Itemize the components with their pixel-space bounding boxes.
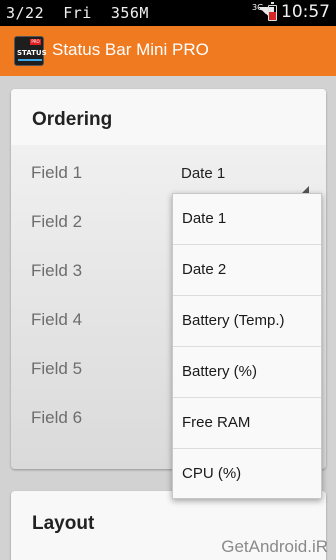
action-bar: PRO STATUS Status Bar Mini PRO: [0, 26, 336, 76]
app-icon-underline: [18, 59, 42, 61]
field-label: Field 2: [31, 212, 83, 231]
field-label: Field 1: [31, 163, 83, 182]
battery-level: [269, 12, 276, 20]
field-1-select[interactable]: Date 1: [181, 149, 311, 197]
field-1-dropdown-menu: Date 1 Date 2 Battery (Temp.) Battery (%…: [172, 193, 322, 499]
option-label: Battery (%): [182, 363, 258, 380]
status-time: 10:57: [281, 2, 330, 22]
option-label: Free RAM: [182, 414, 251, 431]
app-title: Status Bar Mini PRO: [52, 40, 209, 59]
field-label: Field 3: [31, 261, 83, 280]
status-bar-info: 3/22 Fri 356M: [6, 4, 149, 22]
field-label: Field 6: [31, 408, 83, 427]
battery-icon: [268, 2, 277, 21]
option-label: Date 1: [182, 210, 227, 227]
ordering-title: Ordering: [32, 109, 113, 130]
option-label: Date 2: [182, 261, 227, 278]
field-label: Field 5: [31, 359, 83, 378]
pro-badge: PRO: [30, 39, 41, 45]
field-row-1: Field 1 Date 1: [11, 149, 326, 198]
status-bar: 3/22 Fri 356M 3G 10:57: [0, 0, 336, 26]
dropdown-option[interactable]: Date 2: [173, 245, 321, 296]
status-day: Fri: [63, 4, 92, 22]
ordering-header: Ordering: [11, 89, 326, 145]
select-value: Date 1: [181, 165, 226, 182]
dropdown-option[interactable]: Battery (Temp.): [173, 296, 321, 347]
watermark: GetAndroid.iR: [221, 537, 328, 556]
dropdown-option[interactable]: CPU (%): [173, 449, 321, 500]
option-label: Battery (Temp.): [182, 312, 285, 329]
dropdown-option[interactable]: Free RAM: [173, 398, 321, 449]
app-icon-text: STATUS: [17, 49, 47, 57]
status-memory: 356M: [110, 4, 149, 22]
dropdown-option[interactable]: Battery (%): [173, 347, 321, 398]
app-icon[interactable]: PRO STATUS: [14, 36, 47, 66]
status-date: 3/22: [6, 4, 45, 22]
layout-title: Layout: [32, 513, 95, 534]
option-label: CPU (%): [182, 465, 242, 482]
field-label: Field 4: [31, 310, 83, 329]
dropdown-option[interactable]: Date 1: [173, 194, 321, 245]
